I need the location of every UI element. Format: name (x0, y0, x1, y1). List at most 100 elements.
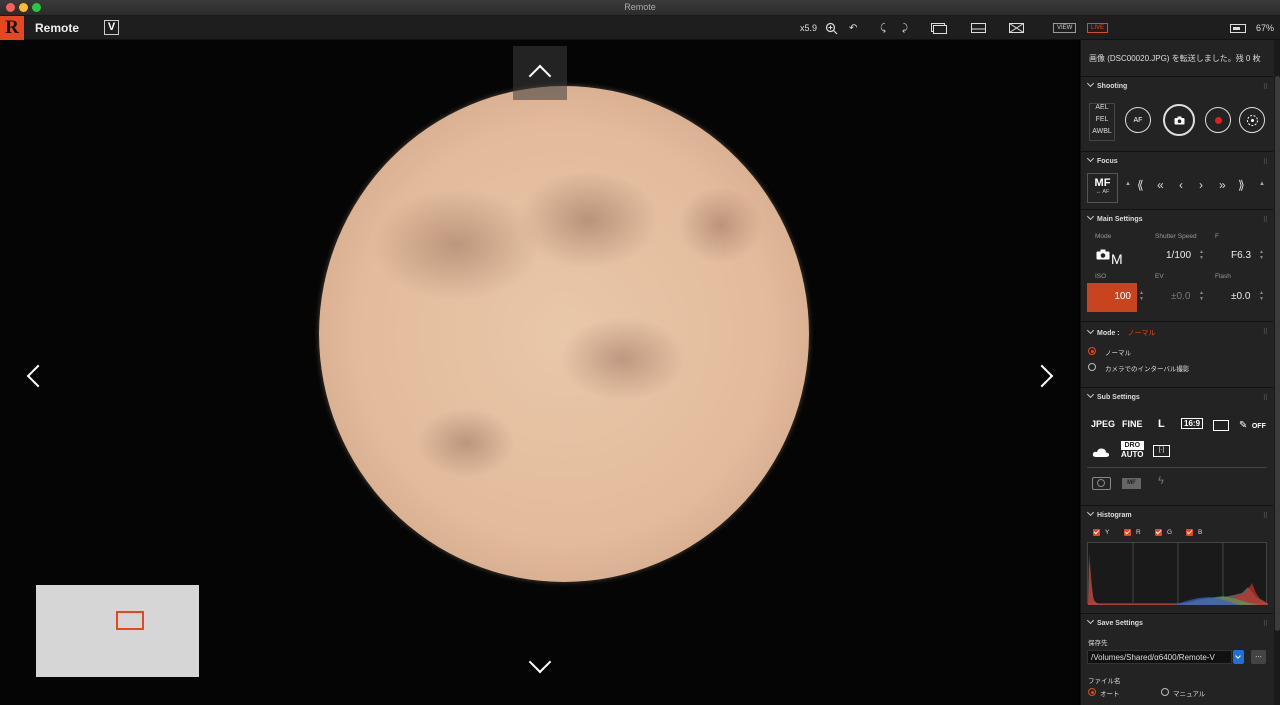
next-image-button[interactable] (1026, 356, 1066, 396)
histogram-b-label: B (1198, 529, 1203, 536)
histogram-y-checkbox[interactable] (1093, 529, 1100, 536)
focus-far-large-button[interactable]: ⟫ (1238, 178, 1245, 192)
save-destination-path[interactable]: /Volumes/Shared/α6400/Remote-V (1087, 650, 1232, 664)
panel-scrollbar[interactable] (1274, 40, 1280, 705)
filename-auto-radio[interactable] (1088, 688, 1096, 696)
iso-value-box[interactable]: 100 (1087, 283, 1137, 312)
mode-interval-radio[interactable] (1088, 363, 1096, 371)
sub-settings-header[interactable]: Sub Settings (1086, 390, 1140, 401)
rotate-right-button[interactable]: ⤸ (902, 16, 908, 40)
shutter-speed-stepper[interactable]: ▲ ▼ (1199, 249, 1204, 261)
filename-label: ファイル名 (1088, 678, 1121, 685)
metering-mode-setting[interactable]: [·] (1153, 445, 1170, 457)
drag-handle-icon[interactable]: ⠿ (1263, 620, 1268, 628)
exposure-mode-value[interactable]: M (1096, 247, 1123, 267)
brand-logo-icon[interactable]: V (104, 20, 119, 35)
mode-header[interactable]: Mode : ノーマル (1086, 326, 1156, 338)
steady-shot-icon: ✎ (1239, 420, 1248, 431)
histogram-header[interactable]: Histogram (1086, 508, 1132, 519)
filename-auto-label: オート (1100, 691, 1120, 698)
pan-up-button[interactable] (513, 46, 567, 100)
save-settings-header[interactable]: Save Settings (1086, 616, 1143, 627)
record-dot-icon (1214, 116, 1222, 124)
aperture-label: F (1215, 233, 1219, 240)
histogram-b-checkbox[interactable] (1186, 529, 1193, 536)
focus-far-icon: ▲ (1259, 181, 1265, 187)
filename-manual-radio[interactable] (1161, 688, 1169, 696)
drag-handle-icon[interactable]: ⠿ (1263, 512, 1268, 520)
aperture-stepper[interactable]: ▲ ▼ (1259, 249, 1264, 261)
record-movie-button[interactable] (1205, 107, 1231, 133)
dro-setting[interactable]: DRO AUTO (1121, 441, 1144, 459)
flash-mode-icon[interactable]: ϟ (1158, 475, 1164, 487)
zoom-in-button[interactable] (825, 16, 838, 40)
magnifier-icon (825, 22, 838, 34)
drag-handle-icon[interactable]: ⠿ (1263, 328, 1268, 336)
drag-handle-icon[interactable]: ⠿ (1263, 83, 1268, 91)
current-mode-label: ノーマル (1127, 330, 1156, 337)
focus-header[interactable]: Focus (1086, 154, 1118, 165)
focus-far-medium-button[interactable]: » (1219, 178, 1226, 192)
previous-image-button[interactable] (14, 356, 54, 396)
view-mode-button[interactable]: VIEW (1053, 16, 1077, 40)
frame-mode-icon[interactable] (1213, 420, 1229, 431)
mode-normal-radio[interactable] (1088, 347, 1096, 355)
drag-handle-icon[interactable]: ⠿ (1263, 158, 1268, 166)
focus-far-small-button[interactable]: › (1199, 178, 1203, 192)
image-size-setting[interactable]: L (1158, 418, 1165, 430)
main-settings-header[interactable]: Main Settings (1086, 212, 1143, 223)
zoom-group: x5.9 (800, 16, 817, 40)
steady-shot-setting[interactable]: ✎ OFF (1239, 415, 1266, 433)
file-format-setting[interactable]: JPEG (1091, 419, 1115, 429)
rotate-left-button[interactable]: ⤹ (880, 16, 886, 40)
app-logo-icon: R (0, 16, 24, 40)
focus-mode-main: MF (1094, 177, 1111, 189)
save-destination-dropdown[interactable] (1233, 650, 1244, 664)
iso-stepper[interactable]: ▲ ▼ (1139, 290, 1144, 302)
rotate-right-icon: ⤸ (902, 22, 908, 34)
aperture-value[interactable]: F6.3 (1231, 250, 1251, 261)
shooting-header[interactable]: Shooting (1086, 79, 1127, 90)
af-button[interactable]: AF (1125, 107, 1151, 133)
settings-panel: 画像 (DSC00020.JPG) を転送しました。残 0 枚 Shooting… (1080, 40, 1280, 705)
focus-mode-toggle[interactable]: MF ↔ AF (1087, 173, 1118, 203)
image-viewer[interactable] (0, 40, 1079, 705)
navigator-minimap[interactable] (36, 585, 199, 677)
picture-profile-setting[interactable] (1092, 477, 1111, 490)
flash-value[interactable]: ±0.0 (1231, 291, 1250, 302)
ev-stepper[interactable]: ▲ ▼ (1199, 290, 1204, 302)
navigator-viewport-rect[interactable] (116, 611, 144, 630)
split-view-button[interactable] (971, 16, 986, 40)
focus-near-large-button[interactable]: ⟪ (1137, 178, 1144, 192)
browse-folder-button[interactable]: ... (1251, 650, 1266, 664)
histogram-r-checkbox[interactable] (1124, 529, 1131, 536)
awbl-button[interactable]: AWBL (1090, 128, 1114, 135)
histogram-graph (1087, 542, 1268, 605)
live-view-button[interactable]: LIVE (1087, 16, 1109, 40)
rotate-left-icon: ⤹ (880, 22, 886, 34)
shutter-speed-value[interactable]: 1/100 (1166, 250, 1191, 261)
histogram-g-checkbox[interactable] (1155, 529, 1162, 536)
focus-near-small-button[interactable]: ‹ (1179, 178, 1183, 192)
flash-stepper[interactable]: ▲ ▼ (1259, 290, 1264, 302)
ael-button[interactable]: AEL (1090, 104, 1114, 111)
aspect-ratio-setting[interactable]: 16:9 (1181, 418, 1204, 429)
jpeg-quality-setting[interactable]: FINE (1122, 419, 1143, 429)
compare-view-button[interactable] (1009, 16, 1024, 40)
lens-icon (1097, 479, 1105, 487)
mode-interval-label: カメラでのインターバル撮影 (1105, 366, 1190, 373)
drag-handle-icon[interactable]: ⠿ (1263, 394, 1268, 402)
ev-value[interactable]: ±0.0 (1171, 291, 1190, 302)
fel-button[interactable]: FEL (1090, 116, 1114, 123)
panel-scrollbar-thumb[interactable] (1275, 76, 1280, 631)
mf-assist-setting[interactable]: MF (1122, 478, 1141, 489)
interval-shoot-button[interactable] (1239, 107, 1265, 133)
focus-near-medium-button[interactable]: « (1157, 178, 1164, 192)
grid-overlay-button[interactable] (931, 16, 947, 40)
white-balance-setting[interactable] (1092, 445, 1110, 463)
shutter-button[interactable] (1163, 104, 1195, 136)
undo-zoom-button[interactable]: ↶ (849, 16, 857, 40)
drag-handle-icon[interactable]: ⠿ (1263, 216, 1268, 224)
pan-down-button[interactable] (513, 650, 567, 682)
save-destination-label: 保存先 (1088, 640, 1108, 647)
